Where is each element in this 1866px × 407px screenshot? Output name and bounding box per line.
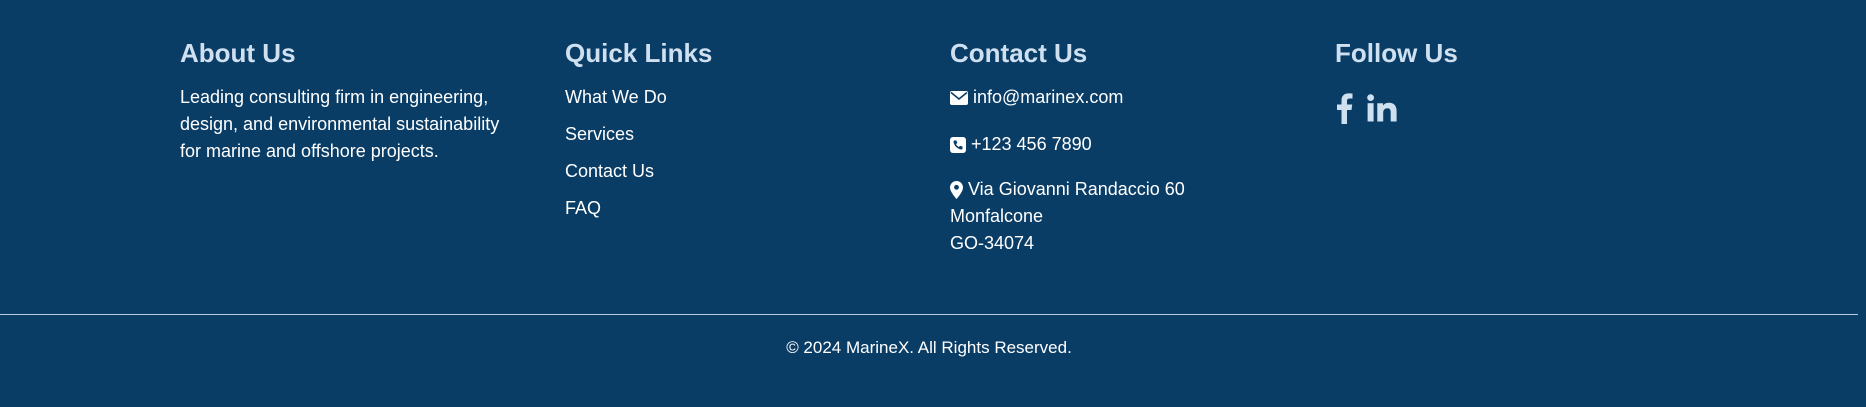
quick-links-list: What We Do Services Contact Us FAQ bbox=[565, 84, 905, 221]
quick-links-section: Quick Links What We Do Services Contact … bbox=[565, 36, 905, 232]
link-faq[interactable]: FAQ bbox=[565, 198, 601, 218]
contact-email-link[interactable]: info@marinex.com bbox=[973, 84, 1123, 111]
follow-section: Follow Us bbox=[1335, 36, 1675, 124]
facebook-icon[interactable] bbox=[1335, 92, 1353, 124]
copyright-text: © 2024 MarineX. All Rights Reserved. bbox=[786, 338, 1072, 357]
link-services[interactable]: Services bbox=[565, 124, 634, 144]
contact-address: Via Giovanni Randaccio 60 Monfalcone GO-… bbox=[950, 176, 1290, 257]
link-what-we-do[interactable]: What We Do bbox=[565, 87, 667, 107]
about-text-line: design, and environmental sustainability bbox=[180, 114, 500, 134]
quick-link-item: Services bbox=[565, 121, 905, 147]
about-text: Leading consulting firm in engineering, … bbox=[180, 84, 520, 165]
envelope-icon bbox=[950, 90, 968, 105]
quick-link-item: What We Do bbox=[565, 84, 905, 110]
footer-divider bbox=[0, 314, 1858, 315]
about-text-line: Leading consulting firm in engineering, bbox=[180, 87, 489, 107]
site-footer: About Us Leading consulting firm in engi… bbox=[0, 0, 1866, 407]
quick-link-item: Contact Us bbox=[565, 158, 905, 184]
about-heading: About Us bbox=[180, 38, 296, 68]
phone-square-icon bbox=[950, 136, 966, 153]
address-street: Via Giovanni Randaccio 60 bbox=[968, 179, 1185, 199]
linkedin-icon[interactable] bbox=[1367, 94, 1397, 122]
contact-email-row: info@marinex.com bbox=[950, 84, 1290, 111]
about-section: About Us Leading consulting firm in engi… bbox=[180, 36, 520, 165]
contact-address-line: Via Giovanni Randaccio 60 bbox=[950, 176, 1290, 203]
contact-section: Contact Us info@marinex.com +123 456 789… bbox=[950, 36, 1290, 257]
address-city: Monfalcone bbox=[950, 206, 1044, 226]
about-text-line: for marine and offshore projects. bbox=[180, 141, 439, 161]
link-contact-us[interactable]: Contact Us bbox=[565, 161, 654, 181]
contact-heading: Contact Us bbox=[950, 38, 1088, 68]
quick-links-heading: Quick Links bbox=[565, 38, 713, 68]
quick-link-item: FAQ bbox=[565, 195, 905, 221]
map-pin-icon bbox=[950, 180, 963, 199]
contact-phone: +123 456 7890 bbox=[971, 134, 1092, 154]
follow-heading: Follow Us bbox=[1335, 38, 1458, 68]
social-icons bbox=[1335, 92, 1675, 124]
address-postcode: GO-34074 bbox=[950, 233, 1035, 253]
contact-phone-row: +123 456 7890 bbox=[950, 131, 1290, 158]
